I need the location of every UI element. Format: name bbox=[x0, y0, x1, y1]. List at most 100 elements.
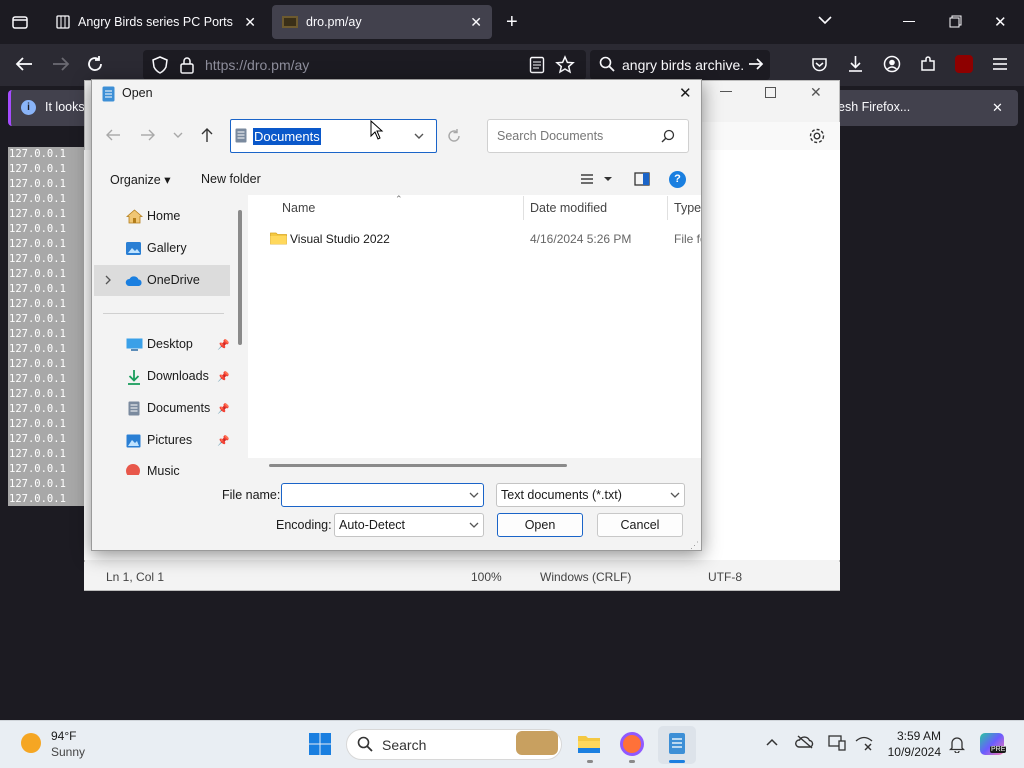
pictures-icon bbox=[126, 434, 141, 448]
address-text-selected[interactable]: Documents bbox=[253, 128, 321, 145]
log-line: 127.0.0.1 bbox=[9, 163, 66, 175]
forward-arrow-icon[interactable] bbox=[51, 55, 71, 73]
dialog-close-icon[interactable]: ✕ bbox=[679, 84, 692, 102]
restore-icon[interactable] bbox=[949, 15, 962, 28]
gallery-icon bbox=[125, 241, 142, 256]
sun-icon[interactable] bbox=[21, 733, 41, 753]
account-icon[interactable] bbox=[883, 55, 901, 73]
file-list-hscrollbar[interactable] bbox=[269, 464, 567, 467]
refresh-firefox-button[interactable]: esh Firefox... bbox=[838, 100, 910, 114]
organize-label: Organize bbox=[110, 173, 161, 187]
log-line: 127.0.0.1 bbox=[9, 223, 66, 235]
refresh-icon[interactable] bbox=[446, 128, 462, 144]
shield-icon[interactable] bbox=[151, 56, 169, 74]
downloads-icon[interactable] bbox=[847, 55, 864, 73]
chevron-down-icon[interactable] bbox=[469, 492, 479, 499]
weather-temperature[interactable]: 94°F bbox=[51, 729, 76, 743]
notepad-minimize-icon[interactable] bbox=[720, 91, 732, 92]
log-line: 127.0.0.1 bbox=[9, 208, 66, 220]
encoding-label: Encoding: bbox=[276, 518, 332, 532]
tab-list-icon[interactable] bbox=[10, 12, 30, 32]
info-icon: i bbox=[21, 100, 36, 115]
chevron-down-icon[interactable] bbox=[469, 522, 479, 529]
notepad-close-icon[interactable]: ✕ bbox=[810, 84, 822, 101]
tray-chevron-up-icon[interactable] bbox=[766, 738, 778, 746]
search-bar[interactable]: angry birds archive. bbox=[590, 50, 770, 80]
device-tray-icon[interactable] bbox=[828, 735, 846, 751]
new-tab-icon[interactable]: + bbox=[506, 12, 518, 32]
log-line: 127.0.0.1 bbox=[9, 373, 66, 385]
chevron-down-icon[interactable] bbox=[670, 492, 680, 499]
network-tray-icon[interactable] bbox=[855, 735, 873, 751]
file-type-select[interactable]: Text documents (*.txt) bbox=[496, 483, 685, 507]
nav-item-desktop[interactable]: Desktop bbox=[147, 337, 193, 351]
nav-item-downloads[interactable]: Downloads bbox=[147, 369, 209, 383]
settings-gear-icon[interactable] bbox=[808, 127, 826, 145]
firefox-icon[interactable] bbox=[620, 732, 644, 756]
reload-icon[interactable] bbox=[86, 55, 104, 73]
pocket-icon[interactable] bbox=[811, 56, 828, 73]
back-arrow-icon[interactable] bbox=[14, 55, 34, 73]
extensions-icon[interactable] bbox=[919, 55, 937, 73]
browser-tab-active[interactable]: dro.pm/ay ✕ bbox=[272, 5, 492, 39]
log-line: 127.0.0.1 bbox=[9, 478, 66, 490]
desktop-icon bbox=[126, 338, 143, 352]
clock-time[interactable]: 3:59 AM bbox=[895, 729, 941, 743]
column-header-name[interactable]: Name bbox=[282, 201, 315, 215]
column-header-type[interactable]: Type bbox=[674, 201, 701, 215]
search-documents-input[interactable]: Search Documents bbox=[487, 119, 689, 153]
nav-item-onedrive[interactable]: OneDrive bbox=[147, 273, 200, 287]
expand-chevron-icon[interactable] bbox=[104, 275, 112, 285]
dialog-back-icon[interactable] bbox=[105, 128, 121, 142]
notification-bell-icon[interactable] bbox=[949, 735, 965, 753]
resize-grip-icon[interactable]: ⋰ bbox=[690, 540, 699, 551]
browser-tab[interactable]: Angry Birds series PC Ports : Ro ✕ bbox=[46, 5, 266, 39]
column-divider[interactable] bbox=[523, 196, 524, 220]
nav-item-documents[interactable]: Documents bbox=[147, 401, 210, 415]
log-line: 127.0.0.1 bbox=[9, 328, 66, 340]
notepad-taskbar-icon[interactable] bbox=[668, 731, 686, 755]
nav-item-gallery[interactable]: Gallery bbox=[147, 241, 187, 255]
close-notification-icon[interactable]: ✕ bbox=[992, 100, 1003, 116]
go-arrow-icon[interactable] bbox=[748, 57, 764, 71]
weather-condition[interactable]: Sunny bbox=[51, 745, 85, 759]
onedrive-tray-icon[interactable] bbox=[795, 735, 815, 749]
nav-item-music[interactable]: Music bbox=[147, 464, 180, 475]
new-folder-button[interactable]: New folder bbox=[201, 172, 261, 186]
preview-pane-icon[interactable] bbox=[634, 172, 650, 186]
reader-view-icon[interactable] bbox=[529, 56, 545, 74]
running-indicator bbox=[629, 760, 635, 763]
nav-scrollbar[interactable] bbox=[238, 210, 242, 345]
column-header-date[interactable]: Date modified bbox=[530, 201, 607, 215]
nav-item-pictures[interactable]: Pictures bbox=[147, 433, 192, 447]
notepad-maximize-icon[interactable] bbox=[765, 87, 776, 98]
recent-locations-chevron-icon[interactable] bbox=[172, 131, 184, 139]
ublock-origin-icon[interactable] bbox=[955, 55, 973, 73]
up-arrow-icon[interactable] bbox=[200, 127, 214, 143]
log-line: 127.0.0.1 bbox=[9, 148, 66, 160]
windows-start-icon[interactable] bbox=[309, 733, 331, 755]
minimize-icon[interactable] bbox=[903, 21, 915, 22]
clock-date[interactable]: 10/9/2024 bbox=[883, 745, 941, 759]
file-explorer-icon[interactable] bbox=[577, 733, 601, 755]
column-divider[interactable] bbox=[667, 196, 668, 220]
cancel-button[interactable]: Cancel bbox=[597, 513, 683, 537]
encoding-select[interactable]: Auto-Detect bbox=[334, 513, 484, 537]
close-window-icon[interactable]: ✕ bbox=[994, 13, 1007, 31]
close-icon[interactable]: ✕ bbox=[470, 14, 482, 31]
url-bar[interactable]: https://dro.pm/ay bbox=[143, 50, 586, 80]
address-dropdown-chevron-icon[interactable] bbox=[413, 132, 425, 140]
bookmark-star-icon[interactable] bbox=[555, 55, 575, 75]
nav-item-home[interactable]: Home bbox=[147, 209, 180, 223]
notification-text: It looks bbox=[45, 100, 85, 114]
file-name-input[interactable] bbox=[281, 483, 484, 507]
view-options-icon[interactable] bbox=[580, 172, 612, 186]
help-icon[interactable]: ? bbox=[669, 171, 686, 188]
chevron-down-icon[interactable] bbox=[817, 14, 833, 26]
open-button[interactable]: Open bbox=[497, 513, 583, 537]
organize-button[interactable]: Organize ▾ bbox=[110, 172, 170, 187]
lock-icon[interactable] bbox=[179, 56, 195, 74]
close-icon[interactable]: ✕ bbox=[244, 14, 256, 31]
hamburger-menu-icon[interactable] bbox=[992, 57, 1008, 71]
dialog-forward-icon[interactable] bbox=[140, 128, 156, 142]
